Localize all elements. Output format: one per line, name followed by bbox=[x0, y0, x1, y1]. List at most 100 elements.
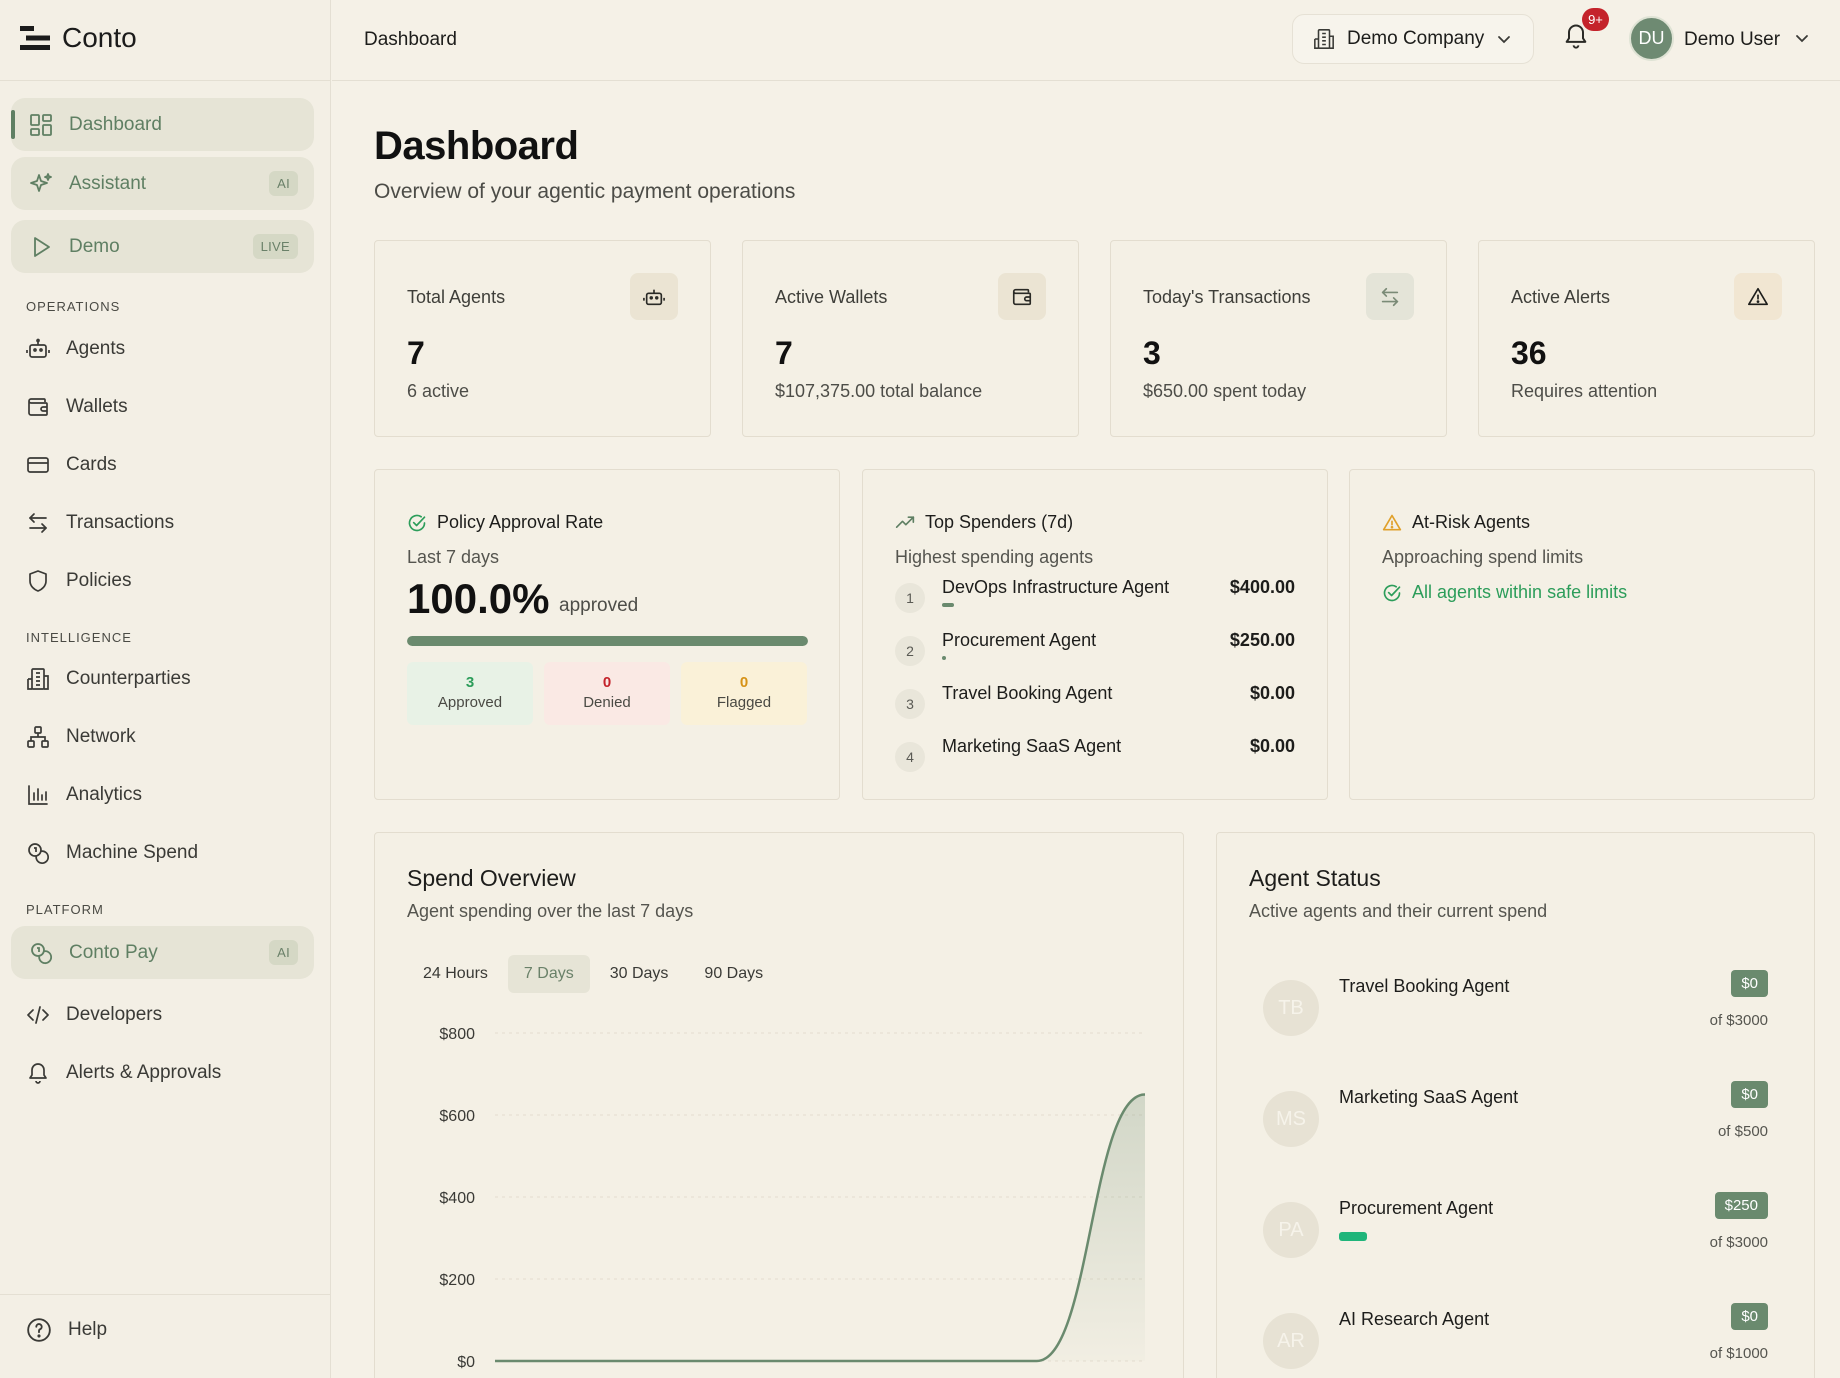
warning-icon bbox=[1748, 287, 1768, 305]
stat-icon-badge bbox=[1366, 273, 1414, 320]
sidebar-item-network[interactable]: Network bbox=[26, 717, 316, 757]
sidebar-item-policies[interactable]: Policies bbox=[26, 561, 316, 601]
spender-name: Marketing SaaS Agent bbox=[942, 736, 1122, 756]
sidebar-item-label: Agents bbox=[66, 338, 126, 359]
sidebar-item-demo[interactable]: Demo LIVE bbox=[11, 220, 314, 273]
chevron-down-icon[interactable] bbox=[1794, 30, 1810, 46]
play-icon bbox=[34, 236, 50, 257]
panel-title-text: Policy Approval Rate bbox=[437, 512, 604, 532]
stat-subtext: Requires attention bbox=[1511, 381, 1658, 401]
sidebar-item-agents[interactable]: Agents bbox=[26, 329, 316, 369]
section-label-intelligence: INTELLIGENCE bbox=[26, 630, 132, 645]
page-title: Dashboard bbox=[374, 124, 579, 168]
list-item[interactable]: 2 Procurement Agent $250.00 bbox=[895, 630, 1295, 676]
user-name[interactable]: Demo User bbox=[1684, 29, 1780, 51]
sidebar-item-label: Wallets bbox=[66, 396, 128, 417]
agent-limit: of $1000 bbox=[1709, 1345, 1768, 1362]
agent-spend-badge: $0 bbox=[1731, 1081, 1768, 1108]
list-item[interactable]: 1 DevOps Infrastructure Agent $400.00 bbox=[895, 577, 1295, 623]
spender-amount: $0.00 bbox=[1249, 736, 1295, 756]
agent-name: AI Research Agent bbox=[1339, 1309, 1490, 1329]
stat-label: Active Alerts bbox=[1511, 287, 1611, 307]
policy-approval-card: Policy Approval Rate Last 7 days 100.0% … bbox=[374, 469, 840, 800]
sidebar-item-label: Demo bbox=[69, 235, 120, 257]
agent-status-row[interactable]: TB Travel Booking Agent $0 of $3000 bbox=[1263, 968, 1768, 1048]
panel-subtitle: Highest spending agents bbox=[895, 547, 1094, 567]
spender-amount: $0.00 bbox=[1249, 683, 1295, 703]
agent-status-row[interactable]: AR AI Research Agent $0 of $1000 bbox=[1263, 1301, 1768, 1378]
credit-card-icon bbox=[27, 457, 49, 473]
panel-subtitle: Last 7 days bbox=[407, 547, 500, 567]
breadcrumb: Dashboard bbox=[364, 29, 457, 50]
agent-status-card: Agent Status Active agents and their cur… bbox=[1216, 832, 1815, 1378]
stat-card-total-agents[interactable]: Total Agents 7 6 active bbox=[374, 240, 711, 437]
stat-label: Active Wallets bbox=[775, 287, 888, 307]
bar-chart-icon bbox=[28, 785, 48, 805]
agent-status-row[interactable]: PA Procurement Agent $250 of $3000 bbox=[1263, 1190, 1768, 1270]
arrows-swap-icon bbox=[1381, 287, 1399, 306]
sidebar-item-label: Dashboard bbox=[69, 113, 162, 135]
spend-share-bar bbox=[942, 603, 955, 607]
conto-logo-icon bbox=[20, 26, 50, 50]
agent-limit: of $3000 bbox=[1709, 1012, 1768, 1029]
sidebar-item-conto-pay[interactable]: Conto Pay AI bbox=[11, 926, 314, 979]
sidebar-item-label: Policies bbox=[66, 570, 132, 591]
y-tick-label: $0 bbox=[457, 1354, 475, 1371]
sidebar-item-analytics[interactable]: Analytics bbox=[26, 775, 316, 815]
rank-badge: 2 bbox=[895, 636, 925, 666]
sidebar-item-transactions[interactable]: Transactions bbox=[26, 503, 316, 543]
help-circle-icon bbox=[27, 1318, 51, 1342]
spend-overview-card: Spend Overview Agent spending over the l… bbox=[374, 832, 1184, 1378]
agent-limit: of $500 bbox=[1717, 1123, 1768, 1140]
sidebar-item-cards[interactable]: Cards bbox=[26, 445, 316, 485]
agent-status-row[interactable]: MS Marketing SaaS Agent $0 of $500 bbox=[1263, 1079, 1768, 1159]
panel-title-text: Top Spenders (7d) bbox=[925, 512, 1074, 532]
safe-limits-message: All agents within safe limits bbox=[1382, 582, 1627, 603]
panel-title: Policy Approval Rate bbox=[407, 512, 603, 533]
at-risk-agents-card: At-Risk Agents Approaching spend limits … bbox=[1349, 469, 1815, 800]
bell-icon bbox=[29, 1063, 47, 1084]
sidebar-item-assistant[interactable]: Assistant AI bbox=[11, 157, 314, 210]
stat-card-active-alerts[interactable]: Active Alerts 36 Requires attention bbox=[1478, 240, 1815, 437]
sidebar-item-wallets[interactable]: Wallets bbox=[26, 387, 316, 427]
ai-badge: AI bbox=[269, 171, 298, 196]
y-tick-label: $400 bbox=[439, 1190, 475, 1207]
sidebar-item-developers[interactable]: Developers bbox=[26, 995, 316, 1035]
coins-icon bbox=[28, 843, 50, 865]
stat-value: 3 bbox=[1143, 335, 1161, 371]
sidebar-divider bbox=[0, 1294, 331, 1295]
company-selector[interactable]: Demo Company bbox=[1292, 14, 1534, 64]
brand-logo[interactable]: Conto bbox=[20, 22, 137, 54]
top-spenders-card: Top Spenders (7d) Highest spending agent… bbox=[862, 469, 1328, 800]
denied-count: 0 bbox=[602, 674, 612, 691]
sidebar-item-counterparties[interactable]: Counterparties bbox=[26, 659, 316, 699]
list-item[interactable]: 3 Travel Booking Agent $0.00 bbox=[895, 683, 1295, 729]
sidebar-item-dashboard[interactable]: Dashboard bbox=[11, 98, 314, 151]
spender-name: Travel Booking Agent bbox=[942, 683, 1113, 703]
sidebar-item-label: Analytics bbox=[66, 784, 143, 805]
section-label-platform: PLATFORM bbox=[26, 902, 104, 917]
section-title: Agent Status bbox=[1249, 865, 1381, 891]
sidebar-item-machine-spend[interactable]: Machine Spend bbox=[26, 833, 316, 873]
stat-value: 7 bbox=[775, 335, 793, 371]
stat-card-active-wallets[interactable]: Active Wallets 7 $107,375.00 total balan… bbox=[742, 240, 1079, 437]
sidebar-item-alerts-approvals[interactable]: Alerts & Approvals bbox=[26, 1053, 316, 1093]
spend-area bbox=[495, 1094, 1145, 1361]
brand-name: Conto bbox=[62, 22, 137, 53]
spender-amount: $250.00 bbox=[1229, 630, 1295, 650]
list-item[interactable]: 4 Marketing SaaS Agent $0.00 bbox=[895, 736, 1295, 782]
avatar: AR bbox=[1263, 1313, 1319, 1369]
stat-icon-badge bbox=[630, 273, 678, 320]
avatar[interactable]: DU bbox=[1629, 16, 1674, 61]
building-icon bbox=[1314, 29, 1334, 49]
sidebar-divider bbox=[0, 80, 331, 81]
rank-badge: 4 bbox=[895, 742, 925, 772]
stat-card-todays-transactions[interactable]: Today's Transactions 3 $650.00 spent tod… bbox=[1110, 240, 1447, 437]
rank-badge: 1 bbox=[895, 583, 925, 613]
sidebar-item-label: Assistant bbox=[69, 172, 147, 194]
sidebar-item-label: Alerts & Approvals bbox=[66, 1062, 222, 1083]
approved-label: Approved bbox=[437, 694, 503, 711]
shield-icon bbox=[29, 570, 47, 592]
flagged-count: 0 bbox=[739, 674, 749, 691]
sidebar-item-help[interactable]: Help bbox=[26, 1317, 107, 1343]
